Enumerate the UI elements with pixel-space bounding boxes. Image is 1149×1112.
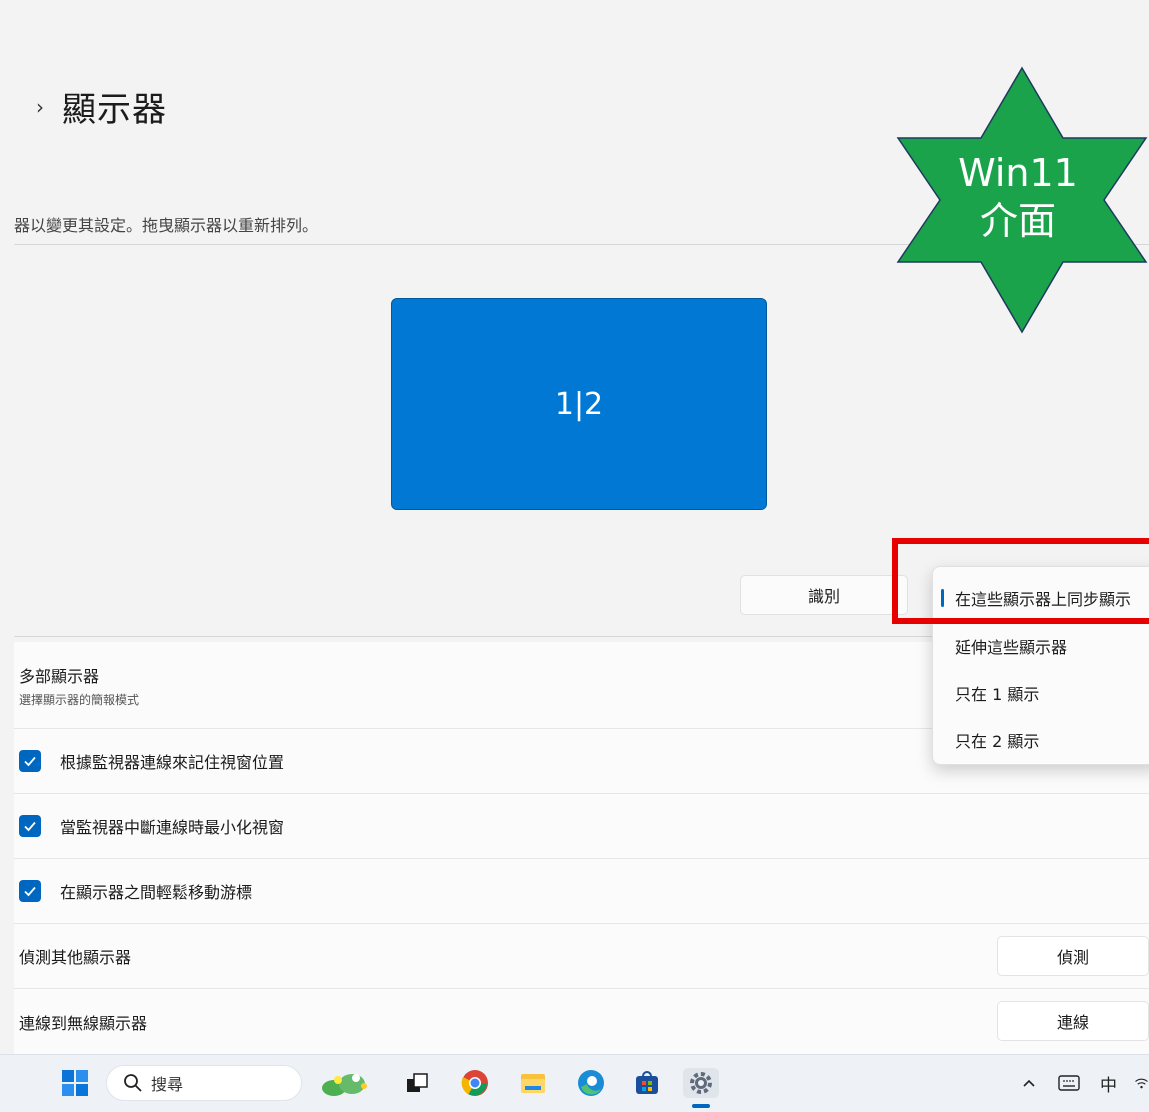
chrome-icon[interactable] [460, 1068, 490, 1098]
minimize-windows-checkbox[interactable] [19, 815, 41, 837]
checkmark-icon [24, 821, 36, 832]
checkmark-icon [24, 886, 36, 897]
file-explorer-icon[interactable] [518, 1068, 548, 1098]
ime-indicator[interactable]: 中 [1100, 1071, 1117, 1096]
dropdown-option-extend[interactable]: 延伸這些顯示器 [955, 634, 1067, 658]
store-icon[interactable] [632, 1068, 662, 1098]
windows-start-icon[interactable] [60, 1068, 90, 1098]
ease-cursor-checkbox[interactable] [19, 880, 41, 902]
page-title: 顯示器 [62, 90, 167, 130]
identify-button[interactable]: 識別 [740, 575, 908, 615]
search-placeholder: 搜尋 [151, 1075, 184, 1094]
remember-windows-label: 根據監視器連線來記住視窗位置 [60, 753, 285, 772]
monitor-label: 1|2 [554, 386, 604, 422]
chevron-up-icon[interactable] [1018, 1068, 1040, 1098]
monitor-tile[interactable]: 1|2 [391, 298, 767, 510]
dropdown-option-only-2[interactable]: 只在 2 顯示 [955, 728, 1039, 752]
active-app-indicator [692, 1104, 710, 1108]
wifi-icon[interactable] [1134, 1068, 1149, 1098]
badge-line-1: Win11 [958, 151, 1078, 195]
detect-button[interactable]: 偵測 [997, 936, 1149, 976]
detect-label: 偵測其他顯示器 [19, 948, 132, 967]
dropdown-option-only-1[interactable]: 只在 1 顯示 [955, 681, 1039, 705]
multi-display-subtitle: 選擇顯示器的簡報模式 [19, 692, 140, 707]
ease-cursor-row[interactable]: 在顯示器之間輕鬆移動游標 [14, 859, 1149, 924]
wireless-label: 連線到無線顯示器 [19, 1013, 148, 1033]
taskbar: 搜尋 中 [0, 1054, 1149, 1112]
detect-row: 偵測其他顯示器 偵測 [14, 924, 1149, 989]
remember-windows-checkbox[interactable] [19, 750, 41, 772]
edge-icon[interactable] [576, 1068, 606, 1098]
search-icon [124, 1074, 142, 1092]
ease-cursor-label: 在顯示器之間輕鬆移動游標 [60, 883, 253, 902]
arrange-description: 器以變更其設定。拖曳顯示器以重新排列。 [14, 216, 319, 235]
badge-line-2: 介面 [979, 198, 1056, 243]
wireless-row: 連線到無線顯示器 連線 [14, 989, 1149, 1054]
multi-display-title: 多部顯示器 [19, 666, 100, 686]
checkmark-icon [24, 756, 36, 767]
chevron-right-icon: › [36, 94, 44, 119]
breadcrumb: › 顯示器 [36, 82, 167, 131]
connect-button[interactable]: 連線 [997, 1001, 1149, 1041]
widgets-icon[interactable] [320, 1068, 372, 1098]
settings-icon[interactable] [683, 1068, 719, 1098]
task-view-icon[interactable] [403, 1068, 431, 1098]
settings-page: › 顯示器 器以變更其設定。拖曳顯示器以重新排列。 1|2 識別 多部顯示器 選… [0, 0, 1149, 1112]
minimize-windows-row[interactable]: 當監視器中斷連線時最小化視窗 [14, 794, 1149, 859]
badge-text: Win11 介面 [918, 150, 1118, 245]
keyboard-icon[interactable] [1056, 1068, 1082, 1098]
highlight-annotation [892, 538, 1149, 624]
minimize-windows-label: 當監視器中斷連線時最小化視窗 [60, 818, 285, 837]
taskbar-search[interactable]: 搜尋 [106, 1065, 302, 1101]
